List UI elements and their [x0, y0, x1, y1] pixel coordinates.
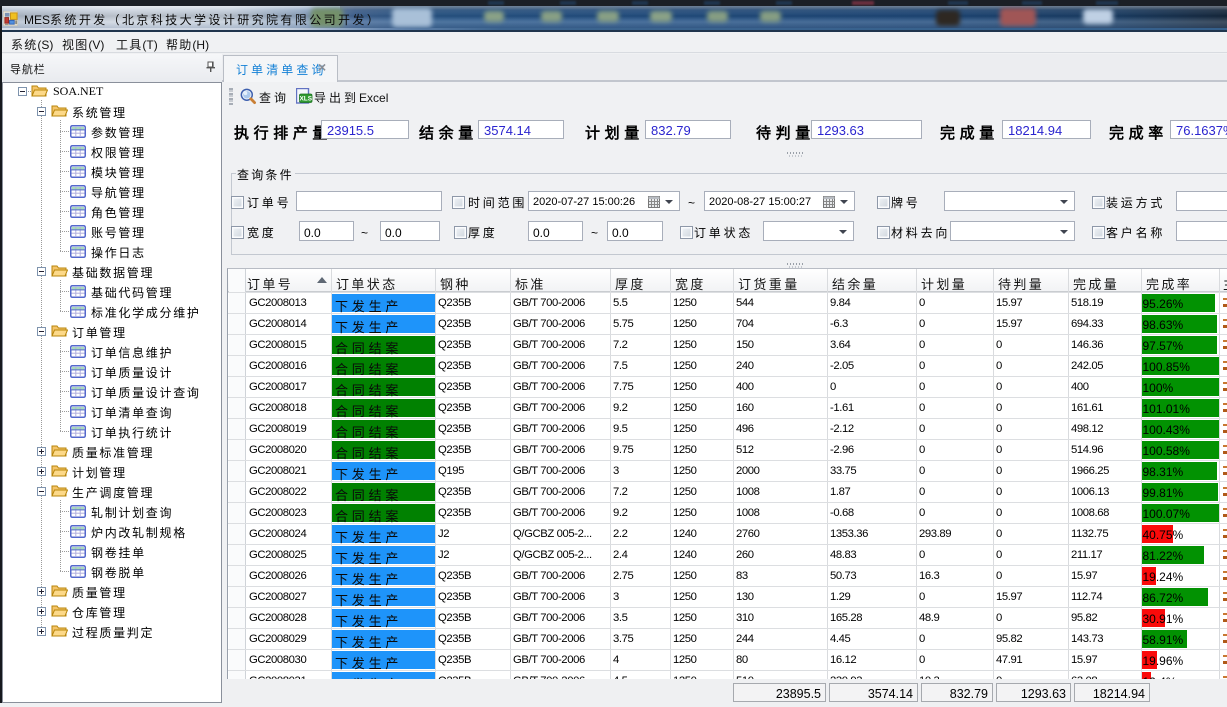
- svg-text:XLS: XLS: [299, 96, 312, 103]
